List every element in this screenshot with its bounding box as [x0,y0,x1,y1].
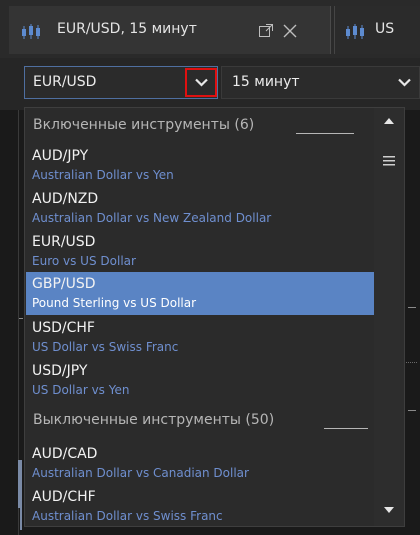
tab-title: EUR/USD, 15 минут [57,21,197,37]
group-title: Выключенные инструменты (50) [33,412,275,428]
chevron-down-icon [195,78,208,87]
list-item[interactable]: AUD/NZD Australian Dollar vs New Zealand… [26,187,374,230]
list-item[interactable]: USD/CHF US Dollar vs Swiss Franc [26,316,374,359]
list-item[interactable]: USD/JPY US Dollar vs Yen [26,359,374,402]
chart-tick [19,318,23,319]
symbol-dropdown-list: Включенные инструменты (6) AUD/JPY Austr… [24,107,405,527]
candlestick-chart-icon [22,24,40,39]
period-value: 15 минут [232,74,300,90]
item-symbol: AUD/CHF [32,489,96,505]
scroll-down-arrow-icon[interactable] [383,506,395,515]
item-description: Australian Dollar vs Swiss Franc [32,509,223,523]
instrument-list: Включенные инструменты (6) AUD/JPY Austr… [25,108,374,526]
item-description: Pound Sterling vs US Dollar [32,296,197,310]
scroll-thumb-grip-icon[interactable] [383,156,395,166]
item-symbol: GBP/USD [32,276,96,292]
item-symbol: AUD/NZD [32,191,99,207]
symbol-value: EUR/USD [33,74,97,90]
item-description: US Dollar vs Yen [32,383,130,397]
symbol-dropdown-button[interactable] [185,68,217,97]
tab-bar: EUR/USD, 15 минут US [0,0,420,58]
chart-gridline [403,362,417,365]
scroll-up-arrow-icon[interactable] [383,116,395,125]
item-symbol: USD/JPY [32,363,88,379]
list-item[interactable]: AUD/CHF Australian Dollar vs Swiss Franc [26,485,374,526]
popout-window-icon[interactable] [258,23,274,39]
group-divider [324,428,368,429]
item-symbol: AUD/CAD [32,446,98,462]
item-description: Australian Dollar vs Yen [32,168,174,182]
group-header-enabled: Включенные инструменты (6) [25,110,374,144]
tab-second[interactable]: US [334,6,420,54]
tab-title: US [375,21,395,37]
chart-tick [408,307,416,308]
list-item[interactable]: AUD/CAD Australian Dollar vs Canadian Do… [26,442,374,485]
close-icon[interactable] [282,23,298,39]
chart-candle [20,500,22,530]
symbol-select[interactable]: EUR/USD [24,66,218,99]
item-description: Australian Dollar vs Canadian Dollar [32,466,249,480]
group-divider [296,133,354,134]
item-symbol: EUR/USD [32,234,96,250]
chart-tick [408,410,416,411]
instrument-toolbar: EUR/USD 15 минут [0,58,420,110]
item-description: Euro vs US Dollar [32,254,136,268]
group-title: Включенные инструменты (6) [33,117,255,133]
list-item[interactable]: EUR/USD Euro vs US Dollar [26,230,374,273]
period-select[interactable]: 15 минут [221,66,420,99]
item-description: US Dollar vs Swiss Franc [32,340,179,354]
scrollbar[interactable] [374,108,404,526]
group-header-disabled: Выключенные инструменты (50) [25,405,374,439]
item-symbol: USD/CHF [32,320,95,336]
list-item-selected[interactable]: GBP/USD Pound Sterling vs US Dollar [26,272,374,315]
item-description: Australian Dollar vs New Zealand Dollar [32,211,272,225]
candlestick-chart-icon [346,24,364,39]
app-window: EUR/USD, 15 минут US EUR/USD 15 минут Вк… [0,0,420,535]
item-symbol: AUD/JPY [32,148,89,164]
chevron-down-icon [398,78,411,87]
tab-eurusd[interactable]: EUR/USD, 15 минут [9,6,331,54]
list-item[interactable]: AUD/JPY Australian Dollar vs Yen [26,144,374,187]
